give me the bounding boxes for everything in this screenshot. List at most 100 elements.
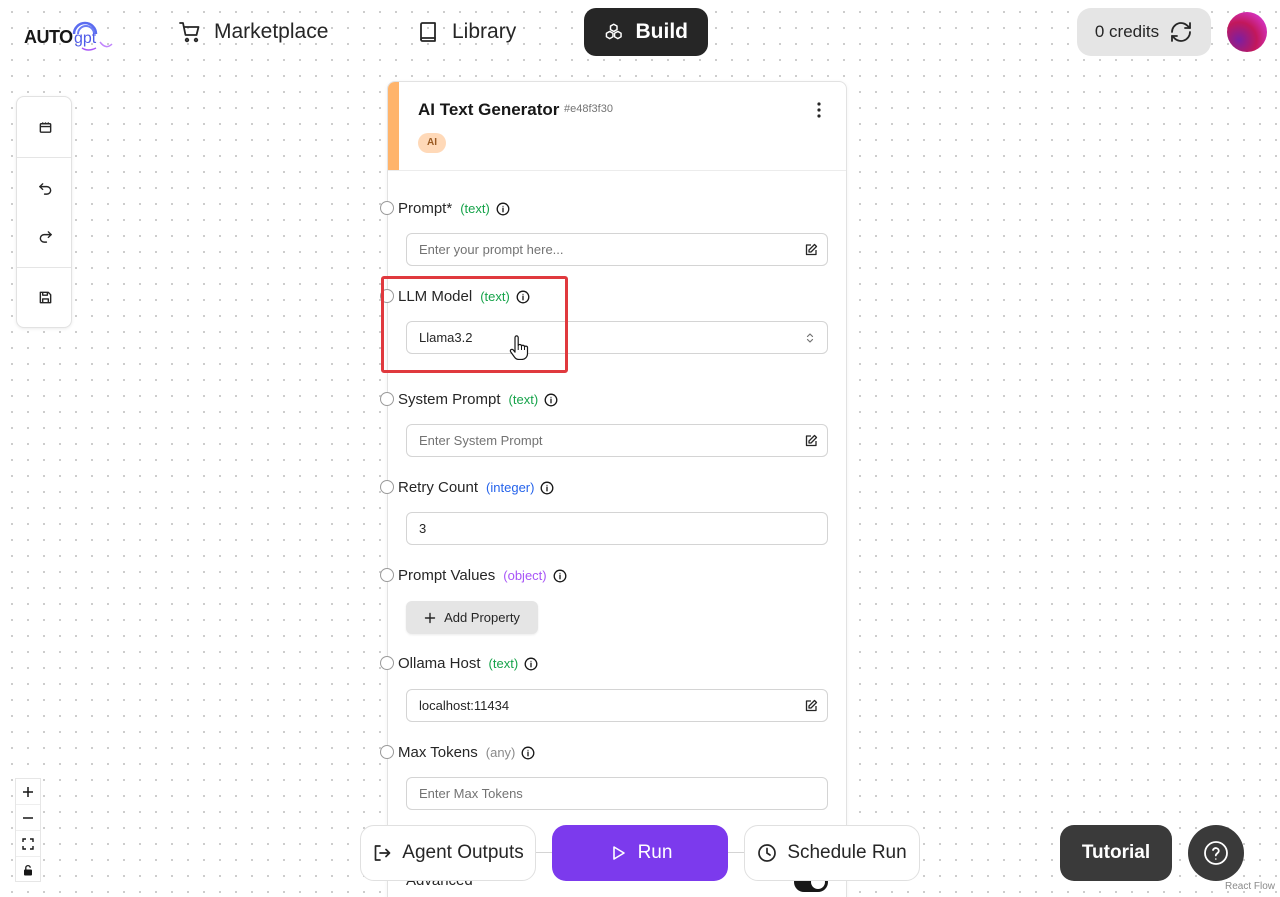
- editor-toolbar: [16, 96, 72, 328]
- info-icon[interactable]: [496, 202, 510, 216]
- expand-edit-icon[interactable]: [804, 434, 818, 448]
- credits-label: 0 credits: [1094, 22, 1160, 41]
- field-type: (any): [485, 745, 516, 760]
- undo-icon: [38, 182, 51, 195]
- info-icon[interactable]: [524, 657, 538, 671]
- chevron-updown-icon: [806, 333, 814, 343]
- field-type: (text): [488, 656, 519, 671]
- info-icon[interactable]: [521, 746, 535, 760]
- agent-outputs-label: Agent Outputs: [402, 842, 524, 863]
- input-handle-ollama-host[interactable]: [380, 656, 394, 670]
- book-icon: [420, 22, 436, 42]
- expand-edit-icon[interactable]: [804, 699, 818, 713]
- info-icon[interactable]: [544, 393, 558, 407]
- credits-button[interactable]: 0 credits: [1077, 8, 1211, 56]
- fit-view-button[interactable]: [16, 831, 40, 857]
- field-name: Retry Count: [398, 479, 479, 496]
- max-tokens-input[interactable]: Enter Max Tokens: [406, 777, 828, 810]
- logout-arrow-icon: [374, 845, 391, 861]
- prompt-placeholder: Enter your prompt here...: [419, 242, 564, 257]
- zoom-in-button[interactable]: [16, 779, 40, 805]
- system-prompt-input[interactable]: Enter System Prompt: [406, 424, 828, 457]
- svg-text:AUTO: AUTO: [24, 27, 73, 47]
- category-badge: AI: [418, 133, 446, 153]
- react-flow-attribution[interactable]: React Flow: [1225, 881, 1275, 892]
- nav-library-label: Library: [452, 20, 517, 43]
- add-property-button[interactable]: Add Property: [406, 601, 538, 634]
- node-id: #e48f3f30: [564, 103, 613, 115]
- nav-library[interactable]: Library: [396, 8, 536, 56]
- field-type: (object): [503, 568, 547, 583]
- info-icon[interactable]: [553, 569, 567, 583]
- node-title: AI Text Generator: [418, 100, 560, 119]
- field-type: (text): [508, 392, 539, 407]
- nav-marketplace-label: Marketplace: [214, 20, 329, 43]
- blocks-icon: [605, 23, 622, 40]
- clock-icon: [758, 844, 777, 862]
- redo-icon: [39, 230, 52, 243]
- cart-icon: [179, 22, 200, 43]
- undo-button[interactable]: [17, 168, 73, 208]
- lock-button[interactable]: [16, 857, 40, 883]
- annotation-highlight-box: [381, 276, 568, 373]
- bottom-bar-connector: [728, 852, 744, 853]
- bottom-bar-connector: [536, 852, 552, 853]
- run-button[interactable]: Run: [552, 825, 728, 881]
- ollama-host-value: localhost:11434: [419, 698, 510, 713]
- more-vertical-icon[interactable]: [810, 100, 828, 120]
- nav-build-label: Build: [635, 20, 689, 43]
- field-name: Max Tokens: [398, 744, 478, 761]
- tutorial-button[interactable]: Tutorial: [1060, 825, 1172, 881]
- field-label-retry-count: Retry Count (integer): [398, 479, 554, 496]
- field-label-prompt-values: Prompt Values (object): [398, 567, 567, 584]
- retry-count-input[interactable]: 3: [406, 512, 828, 545]
- input-handle-prompt-values[interactable]: [380, 568, 394, 582]
- input-handle-retry-count[interactable]: [380, 480, 394, 494]
- redo-button[interactable]: [17, 216, 73, 256]
- help-button[interactable]: [1188, 825, 1244, 881]
- expand-edit-icon[interactable]: [804, 243, 818, 257]
- help-icon: [1204, 841, 1228, 865]
- zoom-out-button[interactable]: [16, 805, 40, 831]
- toolbar-divider: [17, 157, 71, 158]
- hand-pointer-cursor-icon: [509, 335, 529, 360]
- blocks-menu-button[interactable]: [17, 107, 73, 147]
- add-property-label: Add Property: [444, 610, 520, 625]
- input-handle-prompt[interactable]: [380, 201, 394, 215]
- top-navbar: AUTO gpt Marketplace Library Build 0 cre…: [0, 0, 1280, 64]
- plus-icon: [424, 612, 436, 623]
- agent-outputs-button[interactable]: Agent Outputs: [360, 825, 536, 881]
- node-header-divider: [388, 170, 846, 171]
- save-button[interactable]: [17, 277, 73, 317]
- user-avatar[interactable]: [1227, 12, 1267, 52]
- field-label-prompt: Prompt* (text): [398, 200, 510, 217]
- field-label-ollama-host: Ollama Host (text): [398, 655, 538, 672]
- svg-text:gpt: gpt: [74, 30, 97, 47]
- fullscreen-icon: [22, 837, 34, 850]
- field-label-system-prompt: System Prompt (text): [398, 391, 558, 408]
- refresh-icon[interactable]: [1169, 20, 1193, 44]
- run-label: Run: [637, 842, 673, 863]
- field-name: Ollama Host: [398, 655, 481, 672]
- info-icon[interactable]: [540, 481, 554, 495]
- lock-icon: [24, 864, 32, 876]
- field-name: Prompt Values: [398, 567, 496, 584]
- field-label-max-tokens: Max Tokens (any): [398, 744, 535, 761]
- prompt-input[interactable]: Enter your prompt here...: [406, 233, 828, 266]
- ollama-host-input[interactable]: localhost:11434: [406, 689, 828, 722]
- toolbar-divider: [17, 267, 71, 268]
- input-handle-system-prompt[interactable]: [380, 392, 394, 406]
- autogpt-logo[interactable]: AUTO gpt: [24, 12, 116, 54]
- plus-icon: [23, 786, 33, 797]
- zoom-controls: [15, 778, 41, 882]
- field-name: System Prompt: [398, 391, 501, 408]
- minus-icon: [23, 816, 33, 819]
- system-prompt-placeholder: Enter System Prompt: [419, 433, 543, 448]
- node-accent-bar: [388, 82, 399, 170]
- schedule-run-button[interactable]: Schedule Run: [744, 825, 920, 881]
- blocks-icon: [39, 121, 51, 133]
- play-icon: [612, 846, 625, 860]
- nav-marketplace[interactable]: Marketplace: [158, 8, 348, 56]
- nav-build[interactable]: Build: [584, 8, 708, 56]
- input-handle-max-tokens[interactable]: [380, 745, 394, 759]
